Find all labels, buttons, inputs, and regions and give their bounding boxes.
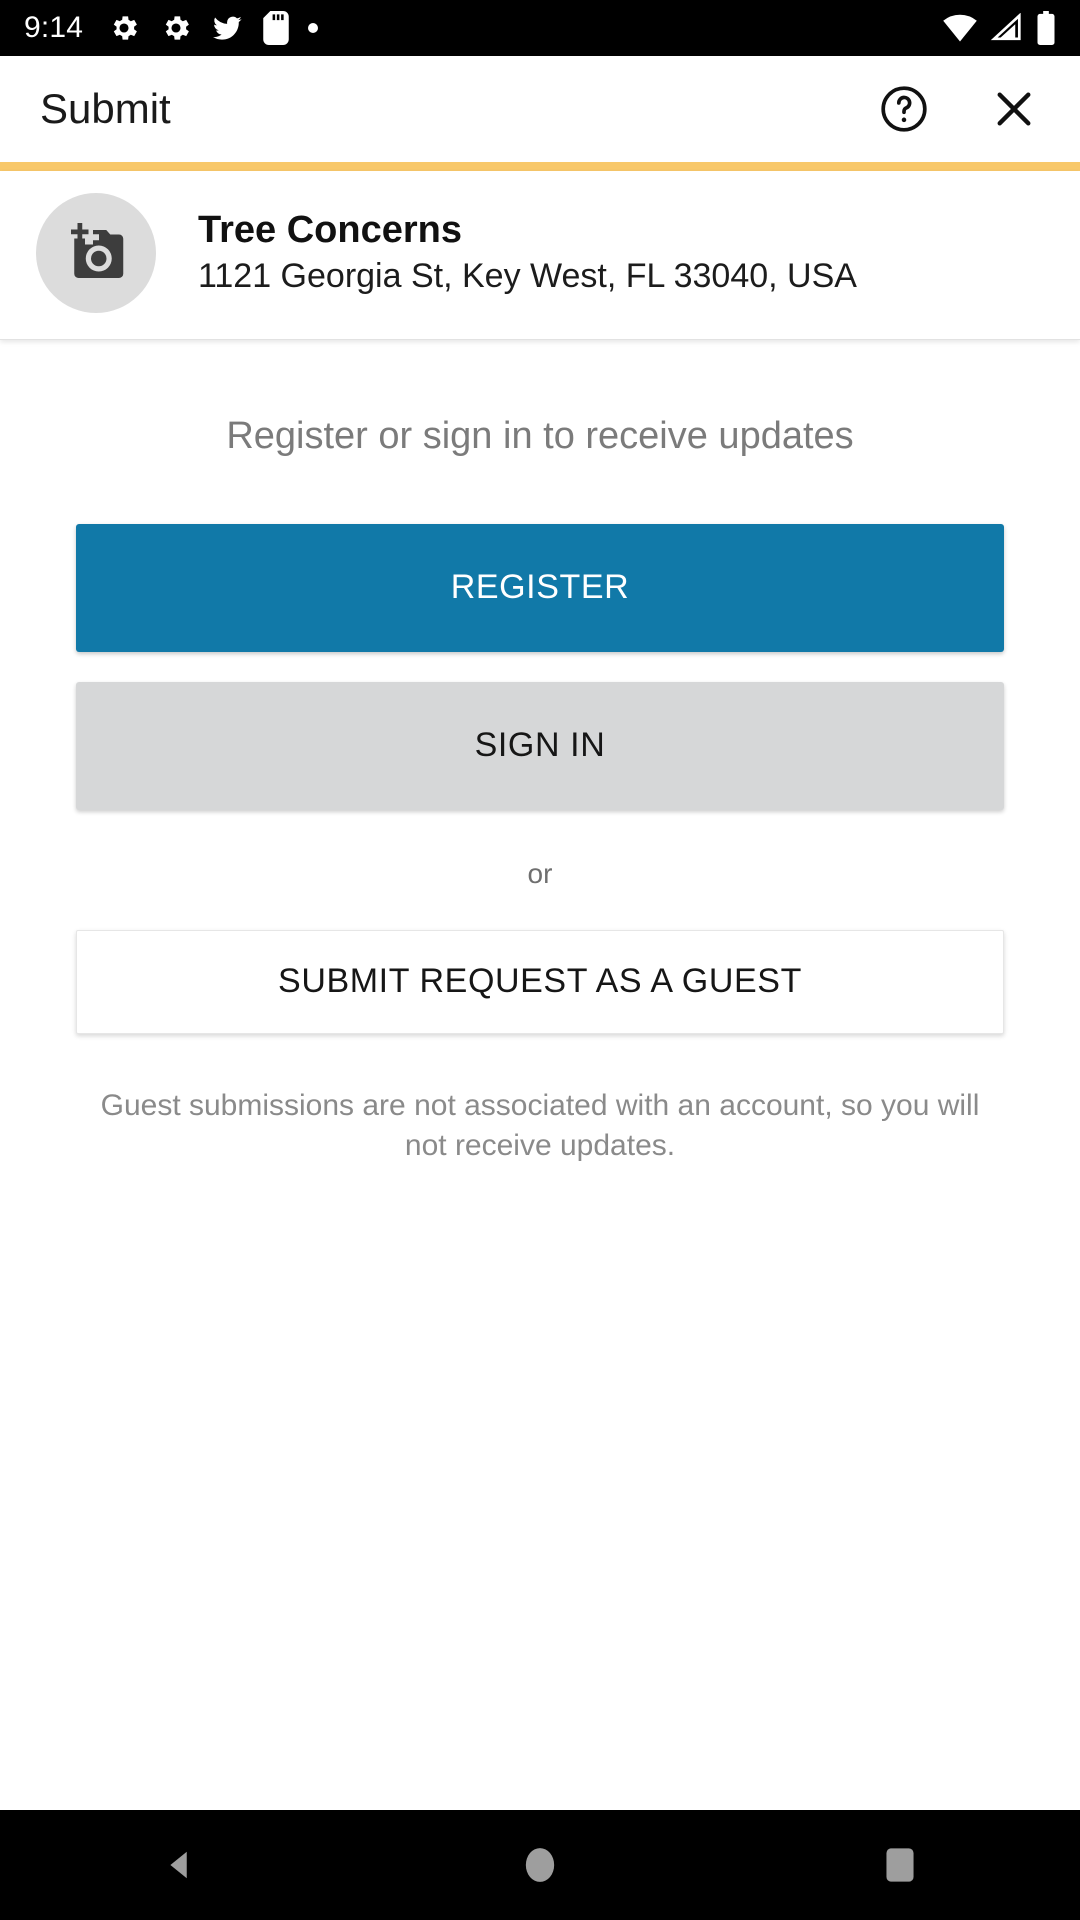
location-card[interactable]: Tree Concerns 1121 Georgia St, Key West,…: [0, 171, 1080, 340]
sd-card-icon: [263, 11, 289, 45]
nav-back-button[interactable]: [100, 1810, 260, 1920]
gear-icon: [114, 16, 138, 40]
help-circle-icon: [881, 86, 927, 132]
cellular-signal-icon: [990, 13, 1021, 41]
status-bar-left-icons: [107, 11, 942, 45]
register-button[interactable]: REGISTER: [76, 523, 1004, 652]
gear-icon: [166, 16, 190, 40]
guest-disclaimer: Guest submissions are not associated wit…: [100, 1088, 980, 1163]
dot-icon: [308, 23, 319, 33]
location-address: 1121 Georgia St, Key West, FL 33040, USA: [198, 257, 857, 296]
help-button[interactable]: [876, 81, 932, 137]
location-text: Tree Concerns 1121 Georgia St, Key West,…: [198, 209, 857, 297]
close-button[interactable]: [986, 81, 1042, 137]
wifi-icon: [943, 14, 977, 42]
app-bar-actions: [876, 81, 1042, 137]
add-photo-avatar[interactable]: [36, 193, 156, 313]
home-circle-icon: [525, 1848, 555, 1882]
auth-prompt-heading: Register or sign in to receive updates: [226, 415, 854, 457]
sign-in-button[interactable]: SIGN IN: [76, 681, 1004, 810]
accent-bar: [0, 162, 1080, 171]
bird-icon: [213, 16, 242, 40]
battery-icon: [1037, 11, 1055, 45]
status-bar-right-icons: [942, 11, 1056, 45]
phone-screen: 9:14 Submit Tree Concerns 1121 Georgia S…: [0, 0, 1080, 1920]
location-title: Tree Concerns: [198, 208, 462, 251]
back-triangle-icon: [170, 1851, 187, 1879]
nav-home-button[interactable]: [460, 1810, 620, 1920]
nav-recents-button[interactable]: [820, 1810, 980, 1920]
add-a-photo-icon: [71, 223, 124, 278]
main-content: Register or sign in to receive updates R…: [0, 340, 1080, 1810]
or-divider: or: [527, 857, 553, 889]
android-nav-bar: [0, 1810, 1080, 1920]
submit-as-guest-button[interactable]: SUBMIT REQUEST AS A GUEST: [76, 929, 1004, 1034]
close-icon: [997, 92, 1031, 126]
status-bar: 9:14: [0, 0, 1080, 56]
page-title: Submit: [40, 85, 171, 132]
status-clock: 9:14: [24, 11, 84, 44]
recents-square-icon: [886, 1848, 914, 1882]
app-bar: Submit: [0, 56, 1080, 162]
